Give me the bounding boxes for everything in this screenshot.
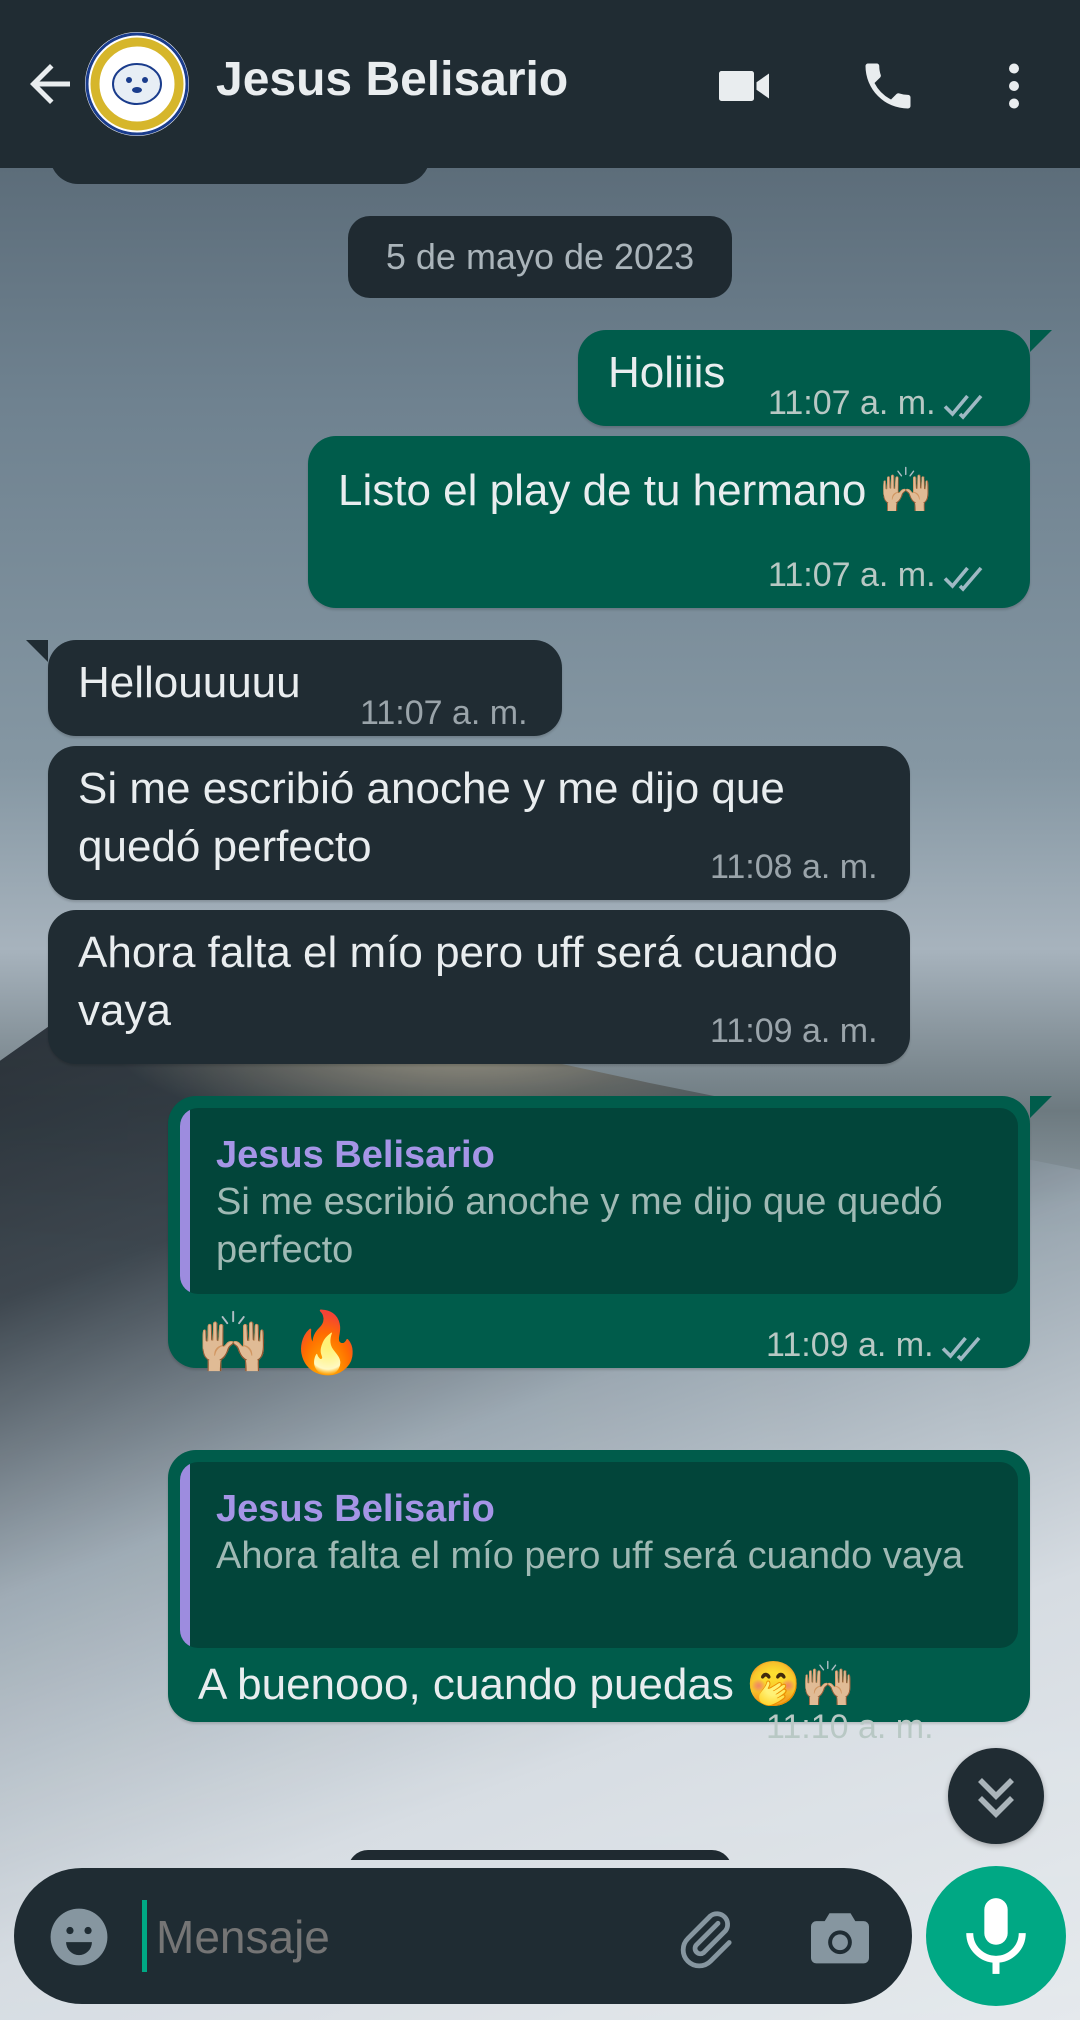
paperclip-icon[interactable]: [674, 1906, 738, 1970]
message-text: 🙌🏼 🔥: [196, 1308, 365, 1378]
message-outgoing-reply[interactable]: Jesus Belisario Ahora falta el mío pero …: [168, 1450, 1030, 1746]
quoted-message[interactable]: Jesus Belisario Ahora falta el mío pero …: [180, 1462, 1018, 1648]
microphone-icon: [966, 1898, 1026, 1974]
message-timestamp: 11:07 a. m.: [360, 694, 528, 732]
double-check-icon: [943, 566, 982, 592]
double-chevron-down-icon: [978, 1778, 1014, 1818]
double-check-icon: [943, 394, 982, 420]
message-text: Listo el play de tu hermano 🙌🏼: [338, 466, 934, 515]
chat-area[interactable]: 5 de mayo de 2023 Holiiis 11:07 a. m. Li…: [0, 168, 1080, 1860]
message-input[interactable]: [156, 1910, 516, 1964]
quote-text: Si me escribió anoche y me dijo que qued…: [216, 1181, 943, 1271]
message-timestamp: 11:08 a. m.: [710, 848, 878, 886]
quote-author: Jesus Belisario: [216, 1134, 495, 1176]
avatar-logo-icon: [85, 32, 189, 136]
message-outgoing[interactable]: Holiiis 11:07 a. m.: [578, 330, 1030, 426]
message-incoming[interactable]: Si me escribió anoche y me dijo que qued…: [48, 746, 910, 900]
quote-bar: [180, 1462, 190, 1648]
message-composer: [14, 1868, 912, 2004]
message-outgoing[interactable]: Listo el play de tu hermano 🙌🏼 11:07 a. …: [308, 436, 1030, 608]
arrow-left-icon[interactable]: [20, 54, 80, 114]
avatar[interactable]: [85, 32, 189, 136]
message-timestamp: 11:10 a. m.: [766, 1708, 934, 1746]
message-incoming[interactable]: Ahora falta el mío pero uff será cuando …: [48, 910, 910, 1064]
scroll-to-bottom-button[interactable]: [948, 1748, 1044, 1844]
quote-author: Jesus Belisario: [216, 1488, 495, 1530]
previous-message-fragment: [50, 168, 430, 184]
message-incoming[interactable]: Hellouuuuu 11:07 a. m.: [48, 640, 562, 736]
message-timestamp: 11:09 a. m.: [766, 1316, 988, 1374]
message-timestamp: 11:07 a. m.: [768, 374, 990, 432]
message-text: Hellouuuuu: [78, 658, 301, 707]
quote-text: Ahora falta el mío pero uff será cuando …: [216, 1535, 964, 1577]
contact-name[interactable]: Jesus Belisario: [216, 52, 568, 107]
text-caret: [142, 1900, 147, 1972]
message-timestamp: 11:09 a. m.: [710, 1012, 878, 1050]
message-timestamp: 11:07 a. m.: [768, 546, 990, 604]
video-camera-icon[interactable]: [712, 56, 776, 116]
bubble-tail: [1030, 330, 1052, 352]
date-chip: 5 de mayo de 2023: [348, 216, 732, 298]
bubble-tail: [1030, 1096, 1052, 1118]
phone-icon[interactable]: [856, 56, 920, 116]
message-text: A buenooo, cuando puedas 🤭🙌🏼: [198, 1660, 856, 1709]
next-item-fragment: [348, 1850, 732, 1860]
double-check-icon: [941, 1336, 980, 1362]
more-vert-icon[interactable]: [982, 56, 1046, 116]
chat-header: Jesus Belisario: [0, 0, 1080, 168]
bubble-tail: [26, 640, 48, 662]
camera-icon[interactable]: [808, 1908, 872, 1966]
quote-bar: [180, 1108, 190, 1294]
quoted-message[interactable]: Jesus Belisario Si me escribió anoche y …: [180, 1108, 1018, 1294]
smiley-icon[interactable]: [48, 1906, 110, 1968]
microphone-button[interactable]: [926, 1866, 1066, 2006]
message-outgoing-reply[interactable]: Jesus Belisario Si me escribió anoche y …: [168, 1096, 1030, 1378]
message-text: Holiiis: [608, 348, 726, 397]
